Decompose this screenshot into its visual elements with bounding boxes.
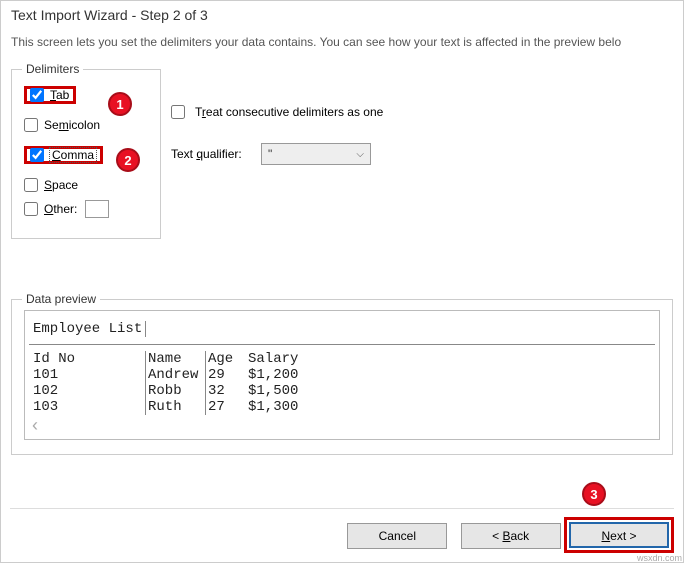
- qualifier-select[interactable]: " ⌵: [261, 143, 371, 165]
- back-button[interactable]: < Back: [461, 523, 561, 549]
- tab-checkbox[interactable]: [30, 88, 44, 102]
- data-preview-area: Employee List Id No Name Age Salary 101: [24, 310, 660, 440]
- delimiters-group-label: Delimiters: [22, 62, 83, 76]
- semicolon-label: Semicolon: [44, 118, 100, 132]
- qualifier-label: Text qualifier:: [171, 147, 251, 161]
- other-checkbox[interactable]: [24, 202, 38, 216]
- preview-cell: 29: [206, 367, 246, 383]
- space-checkbox[interactable]: [24, 178, 38, 192]
- side-options: Treat consecutive delimiters as one Text…: [171, 61, 383, 239]
- badge-2: 2: [116, 148, 140, 172]
- data-preview-label: Data preview: [22, 292, 100, 306]
- table-row: 102 Robb 32 $1,500: [29, 383, 655, 399]
- preview-cell: $1,300: [246, 399, 326, 415]
- badge-1: 1: [108, 92, 132, 116]
- qualifier-value: ": [268, 147, 272, 161]
- preview-cell: [326, 399, 655, 415]
- space-checkbox-row[interactable]: Space: [24, 176, 148, 194]
- comma-checkbox-row[interactable]: Comma: [24, 146, 103, 164]
- preview-cell: 102: [31, 383, 146, 399]
- chevron-down-icon: ⌵: [356, 149, 364, 160]
- preview-cell: [326, 367, 655, 383]
- preview-cell: Id No: [31, 351, 146, 367]
- preview-col-row: Id No Name Age Salary: [29, 351, 655, 367]
- other-label: Other:: [44, 202, 77, 216]
- next-button-highlight: Next >: [564, 517, 674, 553]
- preview-cell: 103: [31, 399, 146, 415]
- semicolon-checkbox[interactable]: [24, 118, 38, 132]
- qualifier-row: Text qualifier: " ⌵: [171, 143, 383, 165]
- preview-cell: Andrew: [146, 367, 206, 383]
- preview-cell: [326, 383, 655, 399]
- wizard-window: Text Import Wizard - Step 2 of 3 This sc…: [0, 0, 684, 563]
- preview-cell: Age: [206, 351, 246, 367]
- preview-header-row: Employee List: [29, 321, 655, 345]
- comma-checkbox[interactable]: [30, 148, 44, 162]
- space-label: Space: [44, 178, 78, 192]
- table-row: 103 Ruth 27 $1,300: [29, 399, 655, 415]
- preview-cell: $1,500: [246, 383, 326, 399]
- preview-header-cell: Employee List: [31, 321, 146, 337]
- preview-cell: 27: [206, 399, 246, 415]
- preview-cell: [326, 351, 655, 367]
- badge-3: 3: [582, 482, 606, 506]
- consecutive-checkbox[interactable]: [171, 105, 185, 119]
- preview-cell: 101: [31, 367, 146, 383]
- window-title: Text Import Wizard - Step 2 of 3: [1, 1, 683, 29]
- intro-text: This screen lets you set the delimiters …: [1, 29, 683, 61]
- consecutive-label: Treat consecutive delimiters as one: [195, 105, 383, 119]
- next-button[interactable]: Next >: [569, 522, 669, 548]
- preview-cell: Salary: [246, 351, 326, 367]
- cancel-button[interactable]: Cancel: [347, 523, 447, 549]
- other-input[interactable]: [85, 200, 109, 218]
- preview-cell: $1,200: [246, 367, 326, 383]
- comma-label: Comma: [49, 147, 97, 163]
- other-checkbox-row[interactable]: Other:: [24, 200, 148, 218]
- watermark: wsxdn.com: [637, 553, 682, 563]
- preview-cell: Ruth: [146, 399, 206, 415]
- scroll-left-icon[interactable]: ‹: [32, 415, 38, 436]
- preview-cell: 32: [206, 383, 246, 399]
- preview-cell: Robb: [146, 383, 206, 399]
- data-preview-group: Data preview Employee List Id No Name Ag…: [11, 299, 673, 455]
- preview-cell: Name: [146, 351, 206, 367]
- table-row: 101 Andrew 29 $1,200: [29, 367, 655, 383]
- semicolon-checkbox-row[interactable]: Semicolon: [24, 116, 148, 134]
- consecutive-row[interactable]: Treat consecutive delimiters as one: [171, 101, 383, 123]
- footer-buttons: Cancel < Back Next >: [10, 508, 674, 553]
- tab-checkbox-row[interactable]: Tab: [24, 86, 76, 104]
- tab-label: Tab: [49, 87, 70, 103]
